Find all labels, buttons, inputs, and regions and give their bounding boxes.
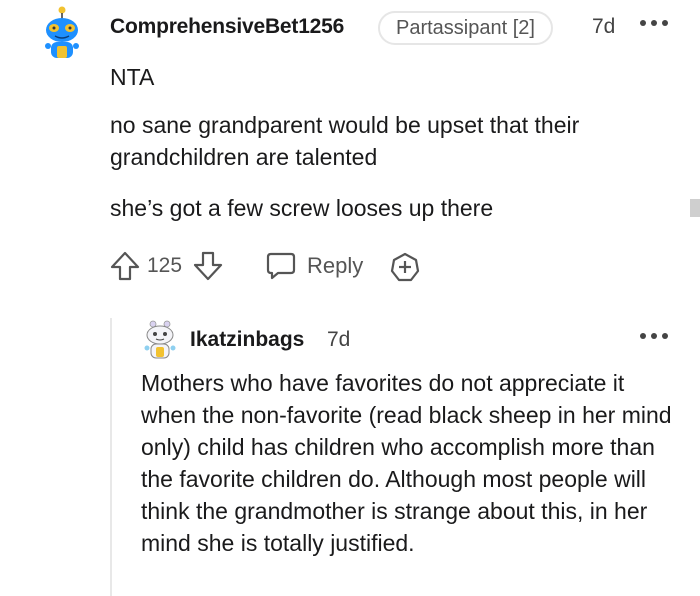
comment-author[interactable]: ComprehensiveBet1256 <box>110 15 344 39</box>
reply-button[interactable]: Reply <box>265 249 363 283</box>
downvote-arrow-icon[interactable] <box>193 250 223 282</box>
speech-bubble-icon <box>265 251 297 281</box>
scrollbar-thumb[interactable] <box>690 199 700 217</box>
comment-age[interactable]: 7d <box>592 15 615 39</box>
thread-line[interactable] <box>110 318 112 596</box>
comment-paragraph: NTA <box>110 64 155 90</box>
more-options-icon[interactable] <box>640 333 670 343</box>
reply-body: Mothers who have favorites do not apprec… <box>141 370 672 556</box>
reply-label: Reply <box>307 253 364 278</box>
reply-age[interactable]: 7d <box>327 328 350 352</box>
snoo-avatar-icon[interactable] <box>38 6 86 62</box>
snoo-avatar-icon[interactable] <box>141 320 179 360</box>
reply-author[interactable]: Ikatzinbags <box>190 328 304 352</box>
user-flair: Partassipant [2] <box>378 11 553 45</box>
comment-paragraph: no sane grandparent would be upset that … <box>110 112 580 170</box>
add-award-icon[interactable] <box>389 251 421 283</box>
comment-paragraph: she’s got a few screw looses up there <box>110 195 494 221</box>
upvote-arrow-icon[interactable] <box>110 250 140 282</box>
vote-score: 125 <box>147 254 183 277</box>
more-options-icon[interactable] <box>640 20 670 30</box>
comment: ComprehensiveBet1256 Partassipant [2] 7d… <box>0 0 700 596</box>
